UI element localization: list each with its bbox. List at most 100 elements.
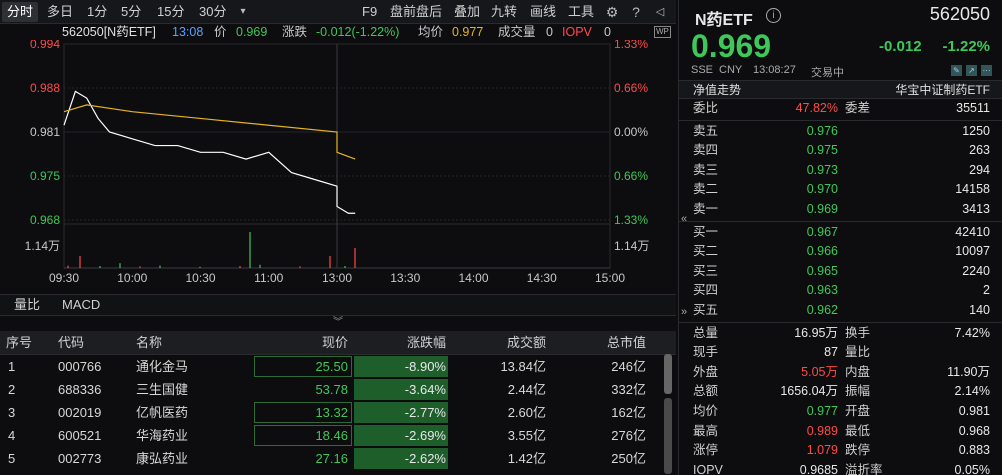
stat-label: 量比 xyxy=(845,345,871,360)
tab-multiday[interactable]: 多日 xyxy=(42,2,78,22)
collapse-icon[interactable]: ◁ xyxy=(651,3,669,21)
level-price: 0.973 xyxy=(806,162,838,177)
bid-level[interactable]: 买三 0.965 2240 xyxy=(679,262,1002,282)
row-code: 688336 xyxy=(58,382,102,397)
stat-label: 最高 xyxy=(693,423,719,438)
row-turnover: 3.55亿 xyxy=(507,428,546,443)
chevron-left-icon[interactable]: « xyxy=(681,213,687,225)
row-code: 002019 xyxy=(58,405,102,420)
stat-value: 2.14% xyxy=(954,384,990,399)
ask-level[interactable]: 卖二 0.970 14158 xyxy=(679,180,1002,200)
level-price: 0.967 xyxy=(806,224,838,239)
row-index: 5 xyxy=(8,451,16,466)
bid-level[interactable]: 买二 0.966 10097 xyxy=(679,242,1002,262)
col-code[interactable]: 代码 xyxy=(58,331,84,355)
stat-row: 总量 16.95万 换手 7.42% xyxy=(679,324,1002,344)
edit-icon[interactable]: ✎ xyxy=(951,65,962,76)
row-turnover: 1.42亿 xyxy=(507,451,546,466)
overlay-button[interactable]: 叠加 xyxy=(454,2,480,22)
scrollbar-track[interactable] xyxy=(664,398,672,474)
tools-button[interactable]: 工具 xyxy=(568,2,594,22)
tab-5min[interactable]: 5分 xyxy=(116,2,146,22)
col-price[interactable]: 现价 xyxy=(254,331,348,355)
price-value: 0.969 xyxy=(236,25,268,39)
wp-icon[interactable]: WP xyxy=(654,26,671,38)
nav-row[interactable]: 净值走势 华宝中证制药ETF xyxy=(679,80,1002,99)
level-label: 卖五 xyxy=(693,123,719,138)
pct-tick-label: 1.33% xyxy=(614,213,648,227)
bid-level[interactable]: 买四 0.963 2 xyxy=(679,281,1002,301)
stat-label: 涨停 xyxy=(693,443,719,458)
row-change-pct: -2.69% xyxy=(404,428,446,443)
stat-value: 11.90万 xyxy=(947,364,990,379)
x-tick-label: 15:00 xyxy=(595,271,625,285)
col-market-cap[interactable]: 总市值 xyxy=(552,331,646,355)
ninturn-button[interactable]: 九转 xyxy=(491,2,517,22)
level-volume: 42410 xyxy=(955,224,990,239)
chevron-right-icon[interactable]: » xyxy=(681,306,687,318)
bid-level[interactable]: 买一 0.967 42410 xyxy=(679,223,1002,243)
row-turnover: 13.84亿 xyxy=(500,359,546,374)
x-tick-label: 09:30 xyxy=(49,271,79,285)
ask-level[interactable]: 卖一 0.969 3413 xyxy=(679,200,1002,220)
stat-value: 0.968 xyxy=(958,423,990,438)
stat-value: 1.079 xyxy=(806,443,838,458)
level-volume: 3413 xyxy=(962,201,990,216)
level-volume: 140 xyxy=(969,302,990,317)
level-price: 0.963 xyxy=(806,283,838,298)
row-name: 通化金马 xyxy=(136,359,189,374)
tab-intraday[interactable]: 分时 xyxy=(2,2,39,22)
level-label: 卖四 xyxy=(693,143,719,158)
nav-trend-label[interactable]: 净值走势 xyxy=(693,81,741,100)
table-row[interactable]: 1 000766 通化金马 25.50 -8.90% 13.84亿 246亿 xyxy=(0,355,676,378)
ask-level[interactable]: 卖四 0.975 263 xyxy=(679,141,1002,161)
premarket-button[interactable]: 盘前盘后 xyxy=(390,2,442,22)
stat-value: 0.989 xyxy=(806,423,838,438)
col-change-pct[interactable]: 涨跌幅 xyxy=(354,331,446,355)
stat-row: 外盘 5.05万 内盘 11.90万 xyxy=(679,363,1002,383)
table-row[interactable]: 5 002773 康弘药业 27.16 -2.62% 1.42亿 250亿 xyxy=(0,447,676,470)
y-tick-label: 0.988 xyxy=(30,81,60,95)
share-icon[interactable]: ↗ xyxy=(966,65,977,76)
help-icon[interactable]: ? xyxy=(627,3,645,21)
row-market-cap: 332亿 xyxy=(611,382,646,397)
trading-status: 交易中 xyxy=(811,67,844,79)
tab-15min[interactable]: 15分 xyxy=(152,2,189,22)
stat-row: 最高 0.989 最低 0.968 xyxy=(679,422,1002,442)
bid-level[interactable]: 买五 0.962 140 xyxy=(679,301,1002,321)
x-tick-label: 10:30 xyxy=(185,271,215,285)
chart-panel: 分时 多日 1分 5分 15分 30分 ▾ F9 盘前盘后 叠加 九转 画线 工… xyxy=(0,0,676,475)
row-market-cap: 246亿 xyxy=(611,359,646,374)
col-turnover[interactable]: 成交额 xyxy=(452,331,546,355)
f9-button[interactable]: F9 xyxy=(362,2,377,22)
table-row[interactable]: 4 600521 华海药业 18.46 -2.69% 3.55亿 276亿 xyxy=(0,424,676,447)
col-index[interactable]: 序号 xyxy=(6,331,32,355)
ask-level[interactable]: 卖三 0.973 294 xyxy=(679,161,1002,181)
chevron-down-icon[interactable]: ▾ xyxy=(234,3,252,21)
tab-30min[interactable]: 30分 xyxy=(194,2,231,22)
ask-level[interactable]: 卖五 0.976 1250 xyxy=(679,122,1002,142)
tab-macd[interactable]: MACD xyxy=(62,295,100,315)
level-price: 0.969 xyxy=(806,201,838,216)
table-row[interactable]: 2 688336 三生国健 53.78 -3.64% 2.44亿 332亿 xyxy=(0,378,676,401)
panel-resize-handle[interactable]: ︾ xyxy=(0,316,676,330)
gear-icon[interactable]: ⚙ xyxy=(603,3,621,21)
x-tick-label: 11:00 xyxy=(254,271,283,285)
quote-panel: N药ETF i 562050 0.969 -0.012 -1.22% SSE C… xyxy=(678,0,1002,475)
col-name[interactable]: 名称 xyxy=(136,331,162,355)
stat-label: 内盘 xyxy=(845,364,871,379)
tab-1min[interactable]: 1分 xyxy=(82,2,112,22)
pct-tick-label: 0.66% xyxy=(614,81,648,95)
order-diff-label: 委差 xyxy=(845,101,871,115)
row-index: 1 xyxy=(8,359,16,374)
row-price: 25.50 xyxy=(315,359,348,374)
row-code: 000766 xyxy=(58,359,102,374)
table-row[interactable]: 3 002019 亿帆医药 13.32 -2.77% 2.60亿 162亿 xyxy=(0,401,676,424)
scrollbar-thumb[interactable] xyxy=(664,354,672,394)
draw-line-button[interactable]: 画线 xyxy=(530,2,556,22)
more-icon[interactable]: ⋯ xyxy=(981,65,992,76)
stat-label: 总额 xyxy=(693,384,719,399)
tab-volume-ratio[interactable]: 量比 xyxy=(14,295,40,315)
stat-value: 87 xyxy=(824,345,838,360)
info-icon[interactable]: i xyxy=(766,8,781,23)
